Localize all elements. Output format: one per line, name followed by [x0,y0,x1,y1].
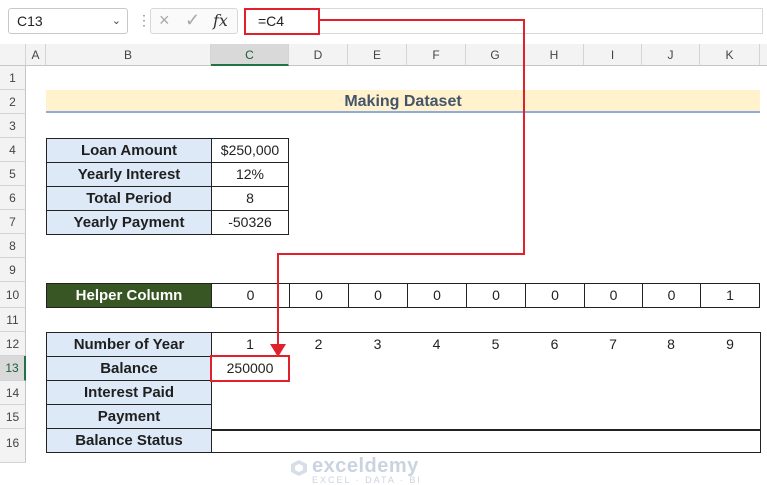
row-header-9[interactable]: 9 [0,258,26,282]
name-box-value: C13 [17,13,43,29]
watermark-tagline: EXCEL · DATA · BI [312,475,422,485]
arrow-segment [523,19,525,255]
column-header-f[interactable]: F [407,44,466,66]
year-cell[interactable]: 9 [700,332,760,356]
row-header-11[interactable]: 11 [0,308,26,332]
row-header-3[interactable]: 3 [0,114,26,138]
yearly-payment-value[interactable]: -50326 [211,210,289,235]
column-header-d[interactable]: D [289,44,348,66]
helper-value[interactable]: 1 [700,283,760,308]
column-header-k[interactable]: K [700,44,760,66]
helper-value[interactable]: 0 [584,283,643,308]
row-header-8[interactable]: 8 [0,234,26,258]
enter-icon[interactable]: ✓ [185,10,200,31]
cancel-icon[interactable]: × [159,10,170,31]
row-header-15[interactable]: 15 [0,405,26,429]
arrow-segment [320,19,525,21]
payment-label[interactable]: Payment [46,404,212,429]
year-cell[interactable]: 7 [584,332,642,356]
page-title[interactable]: Making Dataset [46,90,760,113]
row-header-4[interactable]: 4 [0,138,26,162]
year-cell[interactable]: 6 [525,332,584,356]
loan-amount-value[interactable]: $250,000 [211,138,289,163]
year-cell[interactable]: 4 [407,332,466,356]
formula-input[interactable]: =C4 [245,8,763,34]
helper-value[interactable]: 0 [525,283,585,308]
row-header-1[interactable]: 1 [0,66,26,90]
year-cell[interactable]: 8 [642,332,700,356]
arrow-segment [277,253,279,348]
formula-bar: C13 ⌄ ⋮ × ✓ fx =C4 [0,0,767,44]
row-header-7[interactable]: 7 [0,210,26,234]
schedule-divider [211,429,761,431]
total-period-label[interactable]: Total Period [46,186,212,211]
helper-value[interactable]: 0 [466,283,526,308]
year-cell[interactable]: 2 [289,332,348,356]
column-header-e[interactable]: E [348,44,407,66]
row-header-12[interactable]: 12 [0,332,26,356]
yearly-interest-label[interactable]: Yearly Interest [46,162,212,187]
column-header-h[interactable]: H [525,44,584,66]
select-all-corner[interactable] [0,44,26,66]
yearly-interest-value[interactable]: 12% [211,162,289,187]
number-of-year-label[interactable]: Number of Year [46,332,212,357]
row-header-6[interactable]: 6 [0,186,26,210]
column-header-c[interactable]: C [211,44,289,66]
selected-cell-highlight [210,355,290,382]
column-header-i[interactable]: I [584,44,642,66]
name-box[interactable]: C13 ⌄ [8,8,128,34]
row-header-14[interactable]: 14 [0,381,26,405]
watermark: exceldemy EXCEL · DATA · BI [291,455,422,485]
helper-value[interactable]: 0 [642,283,701,308]
column-header-b[interactable]: B [46,44,211,66]
interest-paid-label[interactable]: Interest Paid [46,380,212,405]
insert-function-icon[interactable]: fx [213,11,228,30]
balance-label[interactable]: Balance [46,356,212,381]
row-header-13[interactable]: 13 [0,356,26,381]
row-header-16[interactable]: 16 [0,429,26,463]
row-header-10[interactable]: 10 [0,282,26,308]
loan-amount-label[interactable]: Loan Amount [46,138,212,163]
column-header-overflow [760,44,767,66]
helper-value[interactable]: 0 [407,283,467,308]
helper-column-label[interactable]: Helper Column [46,283,212,308]
year-cell[interactable]: 5 [466,332,525,356]
helper-value[interactable]: 0 [348,283,408,308]
exceldemy-logo-icon [291,460,307,476]
chevron-down-icon[interactable]: ⌄ [112,9,121,33]
arrow-segment [277,253,525,255]
balance-status-label[interactable]: Balance Status [46,428,212,453]
column-header-g[interactable]: G [466,44,525,66]
column-header-a[interactable]: A [26,44,46,66]
yearly-payment-label[interactable]: Yearly Payment [46,210,212,235]
row-header-2[interactable]: 2 [0,90,26,114]
year-cell[interactable]: 3 [348,332,407,356]
total-period-value[interactable]: 8 [211,186,289,211]
helper-value[interactable]: 0 [289,283,349,308]
row-header-5[interactable]: 5 [0,162,26,186]
formula-buttons: × ✓ fx [150,8,238,34]
column-header-j[interactable]: J [642,44,700,66]
formula-highlight-box [244,8,320,35]
drag-handle-icon[interactable]: ⋮ [137,12,151,29]
